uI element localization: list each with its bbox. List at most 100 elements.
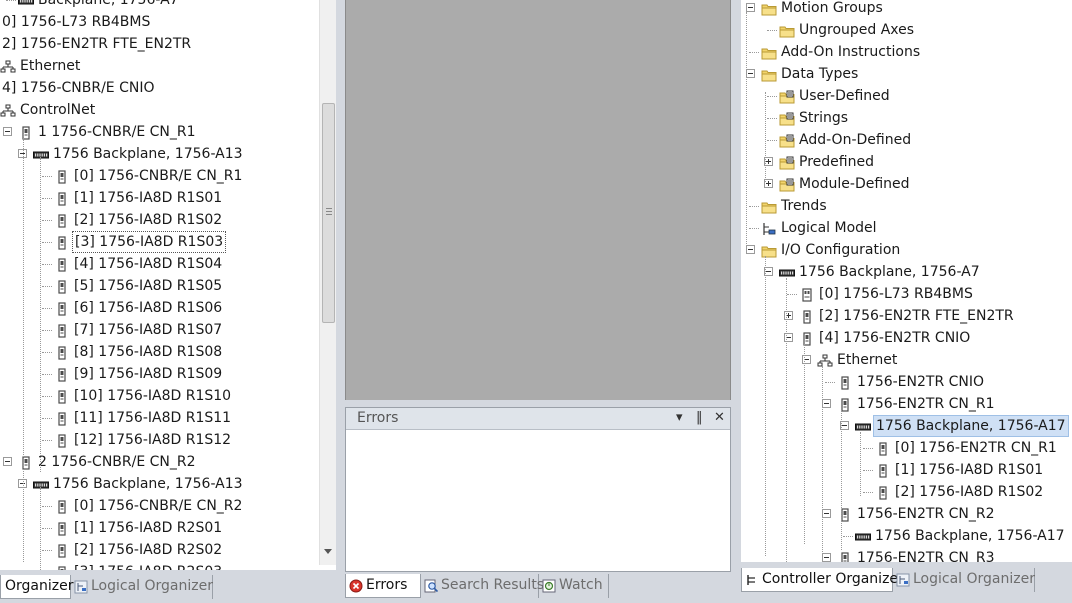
errors-list: [346, 430, 730, 571]
left-tree-node[interactable]: [1] 1756-IA8D R1S01: [0, 187, 318, 209]
right-tree-node[interactable]: 1756 Backplane, 1756-A17: [741, 415, 1072, 437]
right-tree-node[interactable]: [0] 1756-EN2TR CN_R1: [741, 437, 1072, 459]
collapse-minus-icon[interactable]: [3, 127, 12, 136]
left-vertical-scrollbar[interactable]: [319, 0, 336, 565]
left-tree-node[interactable]: 2 1756-CNBR/E CN_R2: [0, 451, 318, 473]
right-tree-node[interactable]: Module-Defined: [741, 173, 1072, 195]
tree-node-label: 1756 Backplane, 1756-A17: [873, 415, 1069, 437]
tree-node-label: [3] 1756-IA8D R1S03: [72, 231, 227, 253]
right-tree-node[interactable]: 1756-EN2TR CN_R3: [741, 547, 1072, 562]
scrollbar-thumb[interactable]: [322, 103, 335, 323]
left-tree-node[interactable]: 1756 Backplane, 1756-A13: [0, 473, 318, 495]
left-tree-node[interactable]: [1] 1756-IA8D R2S01: [0, 517, 318, 539]
right-tree-node[interactable]: Data Types: [741, 63, 1072, 85]
right-tree-node[interactable]: [1] 1756-IA8D R1S01: [741, 459, 1072, 481]
right-tree-node[interactable]: 1756 Backplane, 1756-A7: [741, 261, 1072, 283]
datatype-folder-icon: [779, 89, 795, 104]
tree-connector-line: [863, 470, 873, 471]
right-tree-node[interactable]: Logical Model: [741, 217, 1072, 239]
tree-guide-line: [765, 256, 766, 556]
left-tree-node[interactable]: [3] 1756-IA8D R1S03: [0, 231, 318, 253]
collapse-minus-icon[interactable]: [822, 553, 831, 562]
left-tree-node[interactable]: 1 1756-CNBR/E CN_R1: [0, 121, 318, 143]
right-tree-node[interactable]: [4] 1756-EN2TR CNIO: [741, 327, 1072, 349]
left-tree-node[interactable]: [3] 1756-IA8D R2S03: [0, 561, 318, 570]
left-tree-node[interactable]: 1756 Backplane, 1756-A13: [0, 143, 318, 165]
collapse-minus-icon[interactable]: [822, 399, 831, 408]
left-tree-node[interactable]: [11] 1756-IA8D R1S11: [0, 407, 318, 429]
tab-logical-organizer[interactable]: Logical Organizer: [71, 575, 213, 599]
right-tree-node[interactable]: User-Defined: [741, 85, 1072, 107]
right-tree-node[interactable]: [0] 1756-L73 RB4BMS: [741, 283, 1072, 305]
left-tree-node[interactable]: [0] 1756-CNBR/E CN_R1: [0, 165, 318, 187]
tree-node-label: [6] 1756-IA8D R1S06: [74, 300, 223, 316]
module-icon: [799, 309, 815, 324]
tree-node-label: 1 1756-CNBR/E CN_R1: [38, 124, 196, 140]
tree-connector-line: [749, 52, 759, 53]
right-tree-node[interactable]: Add-On-Defined: [741, 129, 1072, 151]
right-tree-node[interactable]: 1756-EN2TR CNIO: [741, 371, 1072, 393]
right-tree-node[interactable]: [2] 1756-IA8D R1S02: [741, 481, 1072, 503]
right-tree-node[interactable]: I/O Configuration: [741, 239, 1072, 261]
tree-guide-line: [746, 12, 747, 252]
right-tree-node[interactable]: 1756 Backplane, 1756-A17: [741, 525, 1072, 547]
left-tree-node[interactable]: [0] 1756-CNBR/E CN_R2: [0, 495, 318, 517]
left-tree-node[interactable]: [10] 1756-IA8D R1S10: [0, 385, 318, 407]
tab-watch[interactable]: Watch: [539, 574, 609, 598]
tab-label: Search Results: [441, 577, 545, 593]
tree-guide-line: [765, 92, 766, 182]
left-tree-node[interactable]: [2] 1756-IA8D R1S02: [0, 209, 318, 231]
left-tree-node[interactable]: [7] 1756-IA8D R1S07: [0, 319, 318, 341]
left-tree-node[interactable]: [12] 1756-IA8D R1S12: [0, 429, 318, 451]
panel-menu-icon[interactable]: ▾: [676, 410, 683, 425]
left-tree-node[interactable]: [9] 1756-IA8D R1S09: [0, 363, 318, 385]
left-tree-node[interactable]: ControlNet: [0, 99, 318, 121]
close-icon[interactable]: ✕: [714, 410, 725, 425]
left-tree-node[interactable]: 0] 1756-L73 RB4BMS: [0, 11, 318, 33]
tree-guide-line: [23, 462, 24, 562]
left-tree-node[interactable]: [8] 1756-IA8D R1S08: [0, 341, 318, 363]
tree-connector-line: [42, 440, 52, 441]
right-tree-node[interactable]: [2] 1756-EN2TR FTE_EN2TR: [741, 305, 1072, 327]
left-tree-node[interactable]: 4] 1756-CNBR/E CNIO: [0, 77, 318, 99]
right-tree-node[interactable]: Ungrouped Axes: [741, 19, 1072, 41]
left-tree-node[interactable]: [5] 1756-IA8D R1S05: [0, 275, 318, 297]
right-tree-node[interactable]: Add-On Instructions: [741, 41, 1072, 63]
tab-errors[interactable]: Errors: [345, 574, 421, 598]
right-tree-node[interactable]: Strings: [741, 107, 1072, 129]
tree-node-label: Trends: [781, 198, 827, 214]
left-tree-node[interactable]: Ethernet: [0, 55, 318, 77]
scroll-down-arrow-icon[interactable]: [324, 549, 332, 554]
right-splitter[interactable]: [731, 0, 741, 603]
left-tree-node[interactable]: Backplane, 1756-A7: [0, 0, 318, 11]
right-tree-node[interactable]: 1756-EN2TR CN_R2: [741, 503, 1072, 525]
tab-logical-organizer[interactable]: Logical Organizer: [893, 568, 1035, 592]
tree-node-label: [2] 1756-IA8D R2S02: [74, 542, 223, 558]
collapse-minus-icon[interactable]: [822, 509, 831, 518]
tab-controller-organizer[interactable]: Controller Organizer: [741, 568, 904, 592]
left-tree-node[interactable]: [4] 1756-IA8D R1S04: [0, 253, 318, 275]
right-tree-node[interactable]: Ethernet: [741, 349, 1072, 371]
tab-organizer[interactable]: Organizer: [0, 575, 73, 599]
backplane-icon: [855, 419, 871, 433]
collapse-minus-icon[interactable]: [746, 245, 755, 254]
collapse-minus-icon[interactable]: [746, 69, 755, 78]
collapse-minus-icon[interactable]: [3, 457, 12, 466]
right-tree-node[interactable]: 1756-EN2TR CN_R1: [741, 393, 1072, 415]
left-tree-node[interactable]: [6] 1756-IA8D R1S06: [0, 297, 318, 319]
module-icon: [54, 345, 70, 360]
folder-icon: [761, 45, 777, 60]
tree-connector-line: [42, 242, 52, 243]
tab-search-results[interactable]: Search Results: [421, 574, 544, 598]
right-tree-node[interactable]: Motion Groups: [741, 0, 1072, 19]
right-tree-node[interactable]: Trends: [741, 195, 1072, 217]
left-tree-node[interactable]: 2] 1756-EN2TR FTE_EN2TR: [0, 33, 318, 55]
errors-panel: Errors ▾ ‖ ✕: [345, 407, 731, 572]
pin-icon[interactable]: ‖: [696, 410, 703, 425]
tree-node-label: Predefined: [799, 154, 874, 170]
collapse-minus-icon[interactable]: [746, 3, 755, 12]
left-tree-node[interactable]: [2] 1756-IA8D R2S02: [0, 539, 318, 561]
tree-node-label: [8] 1756-IA8D R1S08: [74, 344, 223, 360]
right-tree-node[interactable]: Predefined: [741, 151, 1072, 173]
left-splitter[interactable]: [336, 0, 345, 603]
